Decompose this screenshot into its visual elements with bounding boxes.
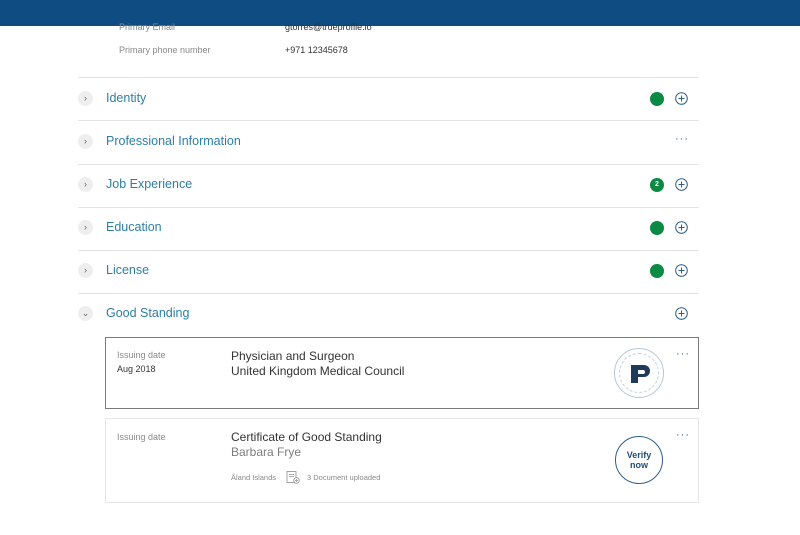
section-job-experience[interactable]: › Job Experience 2	[78, 164, 699, 207]
section-title[interactable]: Education	[106, 220, 162, 234]
chevron-down-icon[interactable]: ⌄	[78, 306, 93, 321]
chevron-right-icon[interactable]: ›	[78, 220, 93, 235]
verify-label[interactable]: now	[616, 460, 662, 470]
email-label: Primary Email	[119, 22, 176, 32]
issuing-date-label: Issuing date	[117, 350, 166, 360]
card-subtitle: Barbara Frye	[231, 445, 302, 459]
card-title: Physician and Surgeon	[231, 349, 355, 363]
section-title[interactable]: Job Experience	[106, 177, 192, 191]
good-standing-card[interactable]: Issuing date Certificate of Good Standin…	[105, 418, 699, 503]
chevron-right-icon[interactable]: ›	[78, 177, 93, 192]
verify-label[interactable]: Verify	[616, 450, 662, 460]
verify-now-button[interactable]: Verify now	[615, 436, 663, 484]
ellipsis-icon[interactable]: ···	[676, 429, 690, 441]
phone-label: Primary phone number	[119, 45, 211, 55]
count-badge: 2	[650, 178, 664, 192]
phone-value: +971 12345678	[285, 45, 348, 55]
trueprofile-seal-icon	[614, 348, 664, 398]
chevron-right-icon[interactable]: ›	[78, 263, 93, 278]
status-complete-icon	[650, 221, 664, 235]
plus-circle-icon[interactable]	[675, 92, 688, 105]
status-complete-icon	[650, 92, 664, 106]
section-title[interactable]: Good Standing	[106, 306, 189, 320]
plus-circle-icon[interactable]	[675, 264, 688, 277]
chevron-right-icon[interactable]: ›	[78, 134, 93, 149]
chevron-right-icon[interactable]: ›	[78, 91, 93, 106]
location-text: Åland Islands	[231, 473, 277, 482]
document-icon	[286, 471, 300, 484]
document-count: 3 Document uploaded	[307, 473, 381, 482]
plus-circle-icon[interactable]	[675, 221, 688, 234]
ellipsis-icon[interactable]: ···	[676, 348, 690, 360]
good-standing-card[interactable]: Issuing date Aug 2018 Physician and Surg…	[105, 337, 699, 409]
section-professional-information[interactable]: › Professional Information ···	[78, 121, 699, 164]
card-subtitle: United Kingdom Medical Council	[231, 364, 405, 378]
plus-circle-icon[interactable]	[675, 307, 688, 320]
section-title[interactable]: Professional Information	[106, 134, 241, 148]
section-title[interactable]: Identity	[106, 91, 146, 105]
ellipsis-icon[interactable]: ···	[675, 133, 689, 145]
status-complete-icon	[650, 264, 664, 278]
section-identity[interactable]: › Identity	[78, 78, 699, 121]
issuing-date-label: Issuing date	[117, 432, 166, 442]
section-good-standing[interactable]: ⌄ Good Standing	[78, 293, 699, 336]
plus-circle-icon[interactable]	[675, 178, 688, 191]
section-license[interactable]: › License	[78, 250, 699, 293]
section-education[interactable]: › Education	[78, 207, 699, 250]
issuing-date-value: Aug 2018	[117, 364, 156, 374]
email-value: gtorres@trueprofile.io	[285, 22, 372, 32]
section-title[interactable]: License	[106, 263, 149, 277]
card-title: Certificate of Good Standing	[231, 430, 382, 444]
